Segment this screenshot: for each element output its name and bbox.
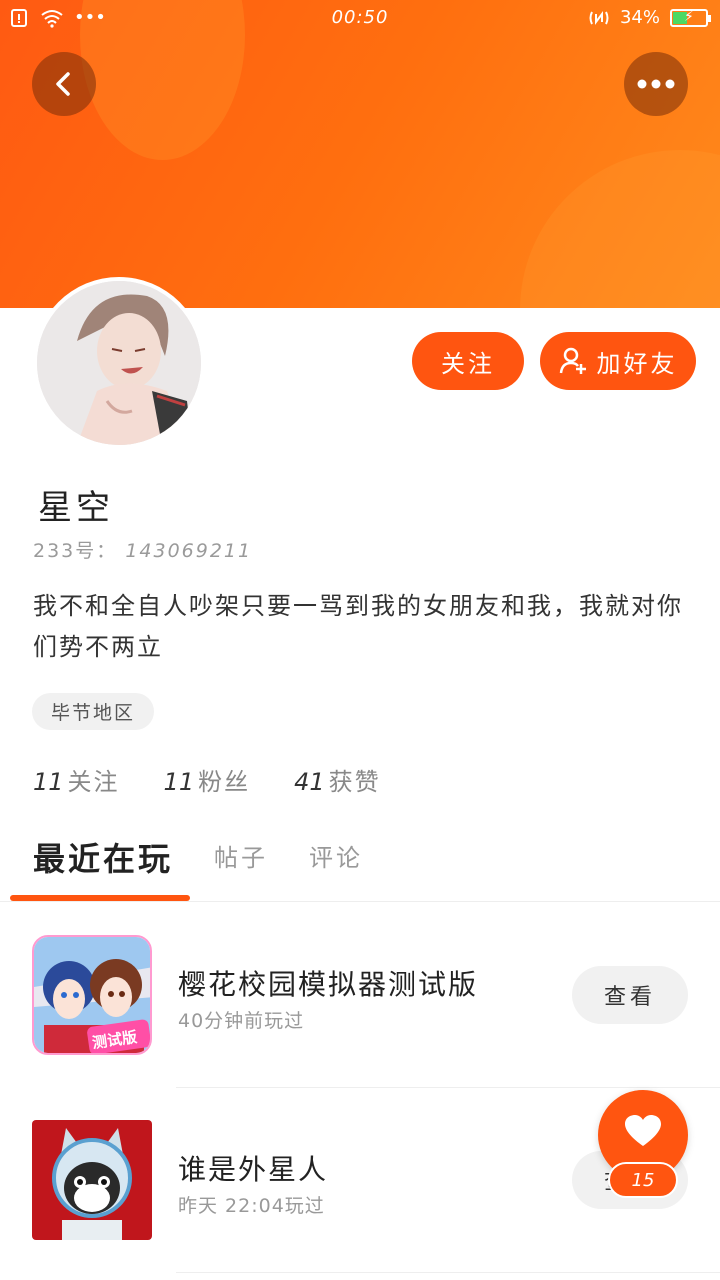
stat-label: 关注 [67, 768, 120, 796]
divider [176, 1272, 720, 1273]
status-bar: ••• 00:50 34% ⚡ [0, 0, 720, 36]
avatar[interactable] [33, 277, 205, 449]
username: 星空 [38, 488, 114, 528]
stat-following[interactable]: 11 关注 [33, 762, 120, 797]
avatar-image [37, 281, 201, 445]
game-title: 樱花校园模拟器测试版 [178, 968, 479, 1001]
user-id: 233号： 143069211 [33, 536, 252, 563]
tab-comments[interactable]: 评论 [309, 838, 363, 873]
game-played-time: 昨天 22:04玩过 [178, 1195, 325, 1217]
tab-indicator [10, 895, 190, 901]
user-id-label: 233号： [33, 540, 118, 562]
like-count: 15 [608, 1162, 678, 1198]
bio: 我不和全自人吵架只要一骂到我的女朋友和我，我就对你们势不两立 [33, 592, 683, 661]
header-decoration [520, 150, 720, 308]
profile-header-background [0, 0, 720, 308]
battery-percent: 34% [619, 7, 660, 28]
battery-icon: ⚡ [670, 8, 711, 27]
stat-value: 41 [294, 768, 325, 796]
game-icon: 测试版 [32, 935, 152, 1055]
game-title: 谁是外星人 [178, 1153, 329, 1186]
add-user-icon [559, 347, 586, 374]
user-id-value: 143069211 [125, 540, 253, 562]
tab-bar: 最近在玩 帖子 评论 [0, 832, 720, 902]
stat-label: 获赞 [328, 768, 381, 796]
back-button[interactable] [32, 52, 96, 116]
more-icon [637, 79, 675, 89]
tab-recent[interactable]: 最近在玩 [33, 834, 173, 880]
heart-icon [625, 1115, 661, 1146]
view-button[interactable]: 查看 [572, 966, 688, 1024]
stat-fans[interactable]: 11 粉丝 [164, 762, 251, 797]
game-icon-image [32, 1120, 152, 1240]
follow-button-label: 关注 [441, 349, 495, 378]
game-icon [32, 1120, 152, 1240]
add-friend-button[interactable]: 加好友 [540, 332, 696, 390]
stat-label: 粉丝 [198, 768, 251, 796]
game-played-time: 40分钟前玩过 [178, 1010, 305, 1032]
region-tag: 毕节地区 [32, 693, 155, 730]
stat-likes[interactable]: 41 获赞 [294, 762, 381, 797]
stat-value: 11 [33, 768, 64, 796]
stat-value: 11 [163, 768, 195, 796]
more-button[interactable] [624, 52, 688, 116]
tab-posts[interactable]: 帖子 [214, 838, 268, 873]
add-friend-label: 加好友 [596, 349, 678, 378]
follow-button[interactable]: 关注 [412, 332, 524, 390]
back-icon [56, 72, 70, 96]
stats-row: 11 关注 11 粉丝 41 获赞 [33, 762, 381, 797]
list-item[interactable]: 测试版 樱花校园模拟器测试版 40分钟前玩过 查看 [0, 903, 720, 1088]
nfc-icon [589, 10, 609, 25]
